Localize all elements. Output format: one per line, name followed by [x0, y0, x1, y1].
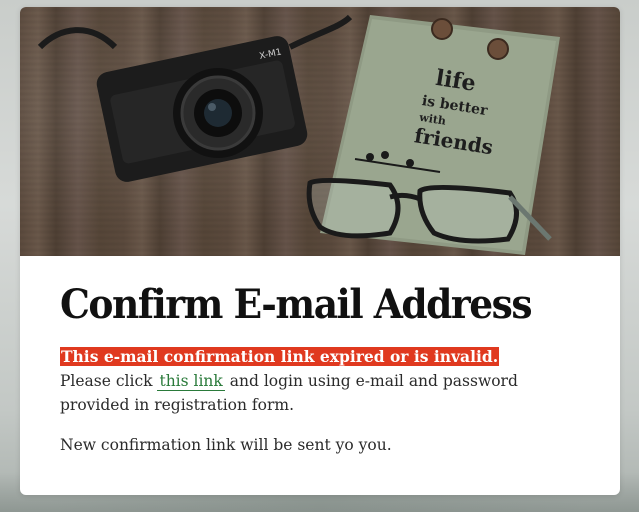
- confirmation-note: New confirmation link will be sent yo yo…: [60, 436, 392, 454]
- confirm-link[interactable]: this link: [157, 372, 225, 391]
- camera-strap: [37, 27, 118, 50]
- error-message: This e-mail confirmation link expired or…: [60, 347, 500, 366]
- camera-icon: X-M1: [96, 36, 308, 182]
- hero-image: X-M1 life is better with friends: [20, 7, 620, 256]
- hero-illustration: X-M1 life is better with friends: [37, 14, 560, 255]
- camera-strap-right: [288, 14, 353, 50]
- confirm-card: X-M1 life is better with friends Confirm…: [20, 7, 620, 495]
- card-content: Confirm E-mail Address This e-mail confi…: [60, 279, 580, 457]
- message-block: This e-mail confirmation link expired or…: [60, 345, 580, 417]
- message-prefix: Please click: [60, 372, 153, 390]
- page-title: Confirm E-mail Address: [60, 281, 533, 328]
